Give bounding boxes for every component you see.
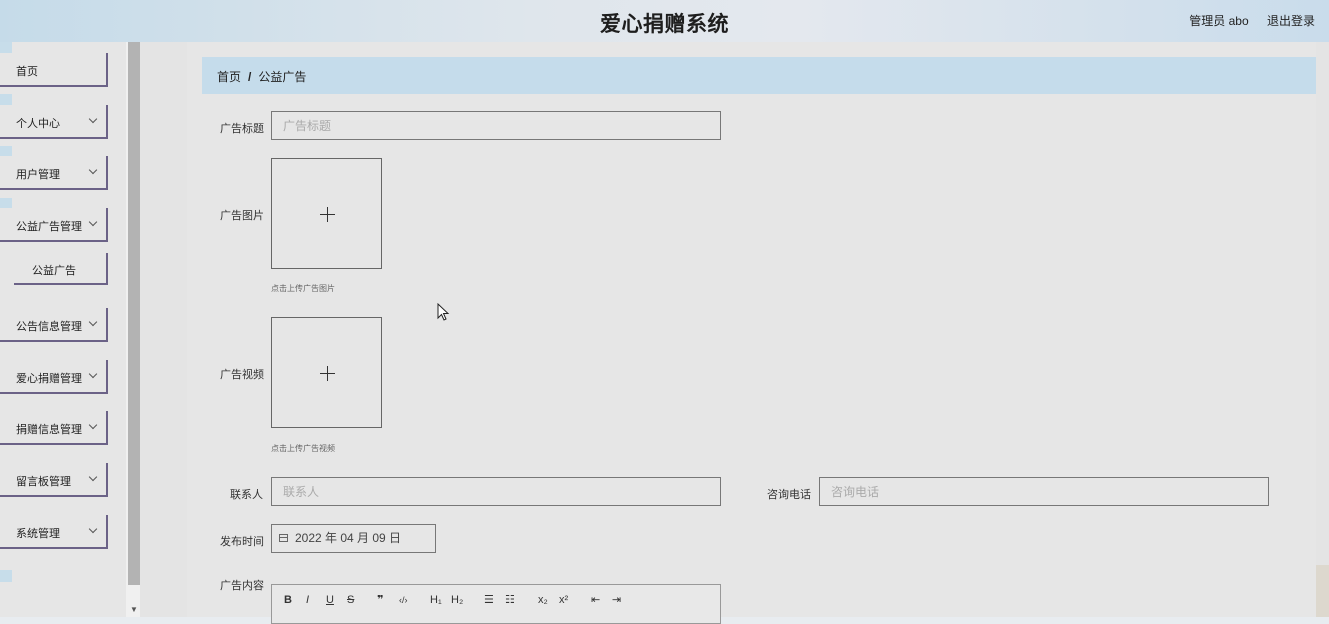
sidebar-scrollbar-thumb[interactable] <box>128 42 140 585</box>
ad-title-input[interactable] <box>271 111 721 140</box>
heading2-button[interactable]: H₂ <box>451 594 463 606</box>
ad-video-label: 广告视频 <box>220 369 264 381</box>
ad-image-label: 广告图片 <box>220 210 264 222</box>
sidebar-item-ads[interactable]: 公益广告管理 <box>0 208 108 242</box>
breadcrumb-home[interactable]: 首页 <box>217 70 241 84</box>
calendar-icon <box>279 534 288 542</box>
code-button[interactable]: ‹/› <box>399 594 408 606</box>
subscript-button[interactable]: x₂ <box>538 594 548 606</box>
sidebar-item-label: 首页 <box>16 66 38 78</box>
sidebar-item-donations[interactable]: 爱心捐赠管理 <box>0 360 108 394</box>
sidebar-subitem-ads[interactable]: 公益广告 <box>14 253 108 285</box>
sidebar-item-label: 个人中心 <box>16 118 60 130</box>
sidebar-item-users[interactable]: 用户管理 <box>0 156 108 190</box>
ad-content-label: 广告内容 <box>220 580 264 592</box>
heading1-button[interactable]: H₁ <box>430 594 442 606</box>
publish-date-picker[interactable]: 2022 年 04 月 09 日 <box>271 524 436 553</box>
contact-input[interactable] <box>271 477 721 506</box>
user-area: 管理员 abo 退出登录 <box>1174 12 1315 29</box>
ad-image-upload-tip: 点击上传广告图片 <box>271 284 335 293</box>
chevron-down-icon <box>88 472 98 482</box>
chevron-down-icon <box>88 114 98 124</box>
breadcrumb: 首页 / 公益广告 <box>217 68 306 85</box>
phone-label: 咨询电话 <box>767 489 811 501</box>
sidebar-item-home[interactable]: 首页 <box>0 53 108 87</box>
rich-text-editor[interactable]: B I U S ❞ ‹/› H₁ H₂ ☰ ☷ x₂ x² ⇤ ⇥ <box>271 584 721 624</box>
ad-title-label: 广告标题 <box>220 123 264 135</box>
chevron-down-icon <box>88 524 98 534</box>
scroll-down-arrow-icon[interactable]: ▼ <box>128 604 140 616</box>
chevron-down-icon <box>88 165 98 175</box>
chevron-down-icon <box>88 317 98 327</box>
breadcrumb-current: 公益广告 <box>258 70 307 84</box>
superscript-button[interactable]: x² <box>559 594 568 606</box>
ordered-list-button[interactable]: ☰ <box>484 594 494 606</box>
bold-button[interactable]: B <box>284 594 292 606</box>
ad-image-upload[interactable] <box>271 158 382 269</box>
sidebar-subitem-label: 公益广告 <box>32 265 76 277</box>
app-title: 爱心捐赠系统 <box>600 13 729 36</box>
current-user[interactable]: 管理员 abo <box>1189 14 1248 28</box>
outdent-button[interactable]: ⇤ <box>591 594 600 606</box>
chevron-down-icon <box>88 369 98 379</box>
sidebar-item-label: 用户管理 <box>16 169 60 181</box>
plus-icon <box>327 366 328 381</box>
sidebar-item-label: 留言板管理 <box>16 476 71 488</box>
sidebar-item-label: 捐赠信息管理 <box>16 424 82 436</box>
logout-link[interactable]: 退出登录 <box>1267 14 1315 28</box>
phone-input[interactable] <box>819 477 1269 506</box>
sidebar-item-label: 公益广告管理 <box>16 221 82 233</box>
publish-date-value: 2022 年 04 月 09 日 <box>295 531 402 545</box>
sidebar-item-system[interactable]: 系统管理 <box>0 515 108 549</box>
bullet-list-button[interactable]: ☷ <box>505 594 515 606</box>
breadcrumb-bar: 首页 / 公益广告 <box>202 57 1316 94</box>
sidebar-decoration <box>0 570 12 582</box>
publish-date-label: 发布时间 <box>220 536 264 548</box>
quote-button[interactable]: ❞ <box>377 594 383 606</box>
sidebar-item-label: 公告信息管理 <box>16 321 82 333</box>
italic-button[interactable]: I <box>306 594 309 606</box>
strike-button[interactable]: S <box>347 594 354 606</box>
contact-label: 联系人 <box>230 489 263 501</box>
mouse-cursor-icon <box>437 303 450 321</box>
chevron-down-icon <box>88 217 98 227</box>
plus-icon <box>327 207 328 222</box>
sidebar-item-donation-info[interactable]: 捐赠信息管理 <box>0 411 108 445</box>
sidebar-item-notices[interactable]: 公告信息管理 <box>0 308 108 342</box>
sidebar-item-messages[interactable]: 留言板管理 <box>0 463 108 497</box>
top-bar: 爱心捐赠系统 管理员 abo 退出登录 <box>0 0 1329 42</box>
chevron-down-icon <box>88 420 98 430</box>
indent-button[interactable]: ⇥ <box>612 594 621 606</box>
ad-video-upload-tip: 点击上传广告视频 <box>271 444 335 453</box>
background-edge <box>1316 565 1329 617</box>
breadcrumb-separator: / <box>248 70 252 84</box>
sidebar-item-label: 爱心捐赠管理 <box>16 373 82 385</box>
ad-video-upload[interactable] <box>271 317 382 428</box>
underline-button[interactable]: U <box>326 594 334 606</box>
sidebar-item-label: 系统管理 <box>16 528 60 540</box>
sidebar-item-profile[interactable]: 个人中心 <box>0 105 108 139</box>
